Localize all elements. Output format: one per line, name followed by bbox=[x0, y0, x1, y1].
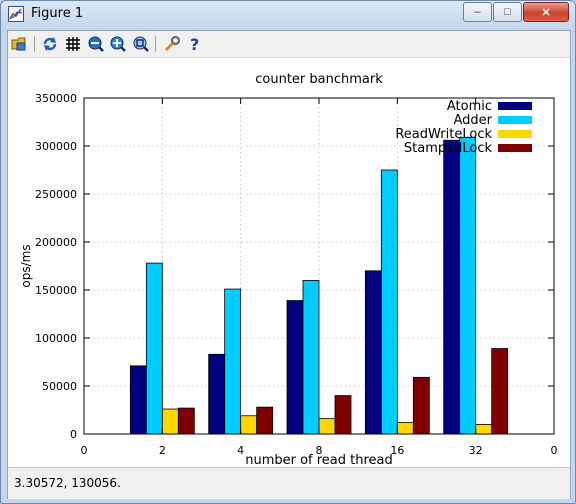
plot-area[interactable]: 0 50000 100000 150000 200000 250000 300000 3500… bbox=[8, 58, 570, 468]
toolbar-separator bbox=[34, 36, 35, 52]
legend-label: StampedLock bbox=[404, 141, 493, 156]
x-axis-label: number of read thread bbox=[245, 453, 393, 467]
bar-stampedlock-2[interactable] bbox=[177, 407, 195, 435]
maximize-icon: □ bbox=[504, 6, 511, 18]
bar-adder-8[interactable] bbox=[302, 279, 320, 435]
figure-client-area: ? 0 50000 100000 150000 200000 250000 300000 35… bbox=[7, 30, 571, 499]
window-title: Figure 1 bbox=[31, 6, 84, 21]
cursor-coordinates: 3.30572, 130056. bbox=[14, 476, 121, 490]
y-tick-label: 250000 bbox=[35, 188, 77, 201]
bar-stampedlock-8[interactable] bbox=[334, 395, 352, 435]
legend-swatch-atomic bbox=[498, 102, 532, 110]
figure-app-icon bbox=[8, 6, 24, 22]
bar-stampedlock-16[interactable] bbox=[412, 376, 430, 435]
legend-swatch-stampedlock bbox=[498, 144, 532, 152]
y-tick-label: 150000 bbox=[35, 284, 77, 297]
bar-stampedlock-32[interactable] bbox=[491, 348, 509, 435]
bar-readwritelock-32[interactable] bbox=[475, 423, 493, 435]
x-tick-label: 0 bbox=[81, 444, 88, 457]
legend-swatch-readwritelock bbox=[498, 130, 532, 138]
y-tick-label: 100000 bbox=[35, 332, 77, 345]
settings-wrench-icon[interactable] bbox=[163, 35, 181, 53]
open-icon[interactable] bbox=[11, 35, 29, 53]
refresh-icon[interactable] bbox=[41, 35, 59, 53]
bar-adder-16[interactable] bbox=[380, 169, 398, 435]
legend-label: ReadWriteLock bbox=[395, 127, 492, 142]
svg-text:?: ? bbox=[190, 35, 199, 53]
zoom-in-icon[interactable] bbox=[109, 35, 127, 53]
bar-atomic-16[interactable] bbox=[364, 270, 382, 435]
bar-readwritelock-2[interactable] bbox=[161, 408, 179, 435]
bar-atomic-4[interactable] bbox=[208, 353, 226, 435]
bar-readwritelock-4[interactable] bbox=[240, 415, 258, 435]
y-tick-label: 200000 bbox=[35, 236, 77, 249]
bar-readwritelock-16[interactable] bbox=[396, 422, 414, 435]
toolbar-separator bbox=[155, 36, 156, 52]
minimize-button[interactable]: – bbox=[463, 2, 492, 22]
y-tick-label: 350000 bbox=[35, 92, 77, 105]
x-tick-label: 0 bbox=[551, 444, 558, 457]
close-button[interactable]: ✕ bbox=[523, 2, 569, 22]
toolbar: ? bbox=[8, 31, 570, 58]
bar-atomic-32[interactable] bbox=[443, 139, 461, 435]
y-tick-label: 0 bbox=[70, 428, 77, 441]
grid-icon[interactable] bbox=[64, 35, 82, 53]
bar-adder-2[interactable] bbox=[145, 262, 163, 435]
zoom-out-icon[interactable] bbox=[87, 35, 105, 53]
x-tick-label: 4 bbox=[237, 444, 244, 457]
bar-atomic-2[interactable] bbox=[129, 365, 147, 435]
x-tick-label: 32 bbox=[469, 444, 483, 457]
bar-adder-32[interactable] bbox=[459, 136, 477, 435]
close-icon: ✕ bbox=[541, 6, 551, 19]
minimize-icon: – bbox=[474, 6, 481, 18]
bar-atomic-8[interactable] bbox=[286, 300, 304, 435]
bar-readwritelock-8[interactable] bbox=[318, 418, 336, 435]
y-axis-label: ops/ms bbox=[19, 244, 33, 287]
help-icon[interactable]: ? bbox=[186, 35, 204, 53]
status-bar: 3.30572, 130056. bbox=[8, 467, 570, 499]
chart-title: counter banchmark bbox=[255, 72, 383, 87]
x-tick-label: 2 bbox=[159, 444, 166, 457]
maximize-button[interactable]: □ bbox=[493, 2, 522, 22]
bar-adder-4[interactable] bbox=[224, 288, 242, 435]
title-bar[interactable]: Figure 1 – □ ✕ bbox=[1, 1, 575, 28]
y-tick-label: 300000 bbox=[35, 140, 77, 153]
bar-stampedlock-4[interactable] bbox=[256, 406, 274, 435]
legend-swatch-adder bbox=[498, 116, 532, 124]
bar-chart[interactable]: 0 50000 100000 150000 200000 250000 300000 3500… bbox=[8, 58, 570, 468]
legend-label: Atomic bbox=[447, 99, 492, 114]
legend-label: Adder bbox=[453, 113, 492, 128]
figure-window: Figure 1 – □ ✕ ? 0 50000 100000 150000 2… bbox=[0, 0, 576, 504]
zoom-fit-icon[interactable] bbox=[132, 35, 150, 53]
y-tick-label: 50000 bbox=[42, 380, 77, 393]
